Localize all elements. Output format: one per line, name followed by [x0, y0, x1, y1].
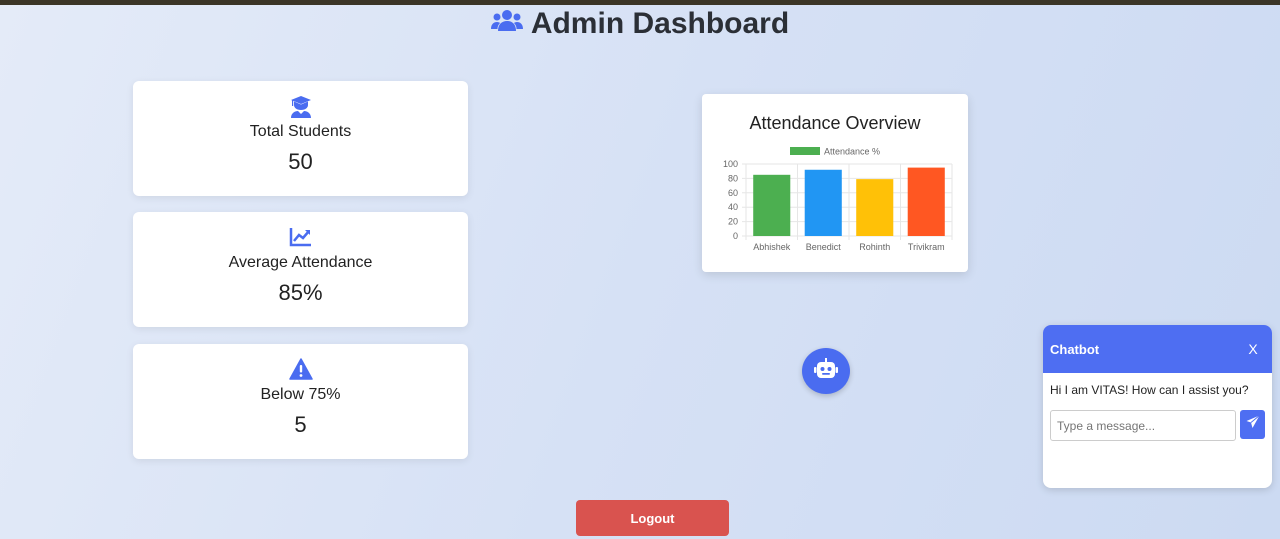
stat-label: Below 75% [260, 386, 341, 403]
page-title: Admin Dashboard [530, 7, 790, 40]
stat-label: Average Attendance [228, 254, 373, 271]
x-tick-label: Rohinth [859, 242, 890, 252]
legend-label: Attendance % [824, 147, 880, 157]
chatbot-title: Chatbot [1050, 341, 1100, 357]
chatbot-header: Chatbot X [1043, 325, 1272, 373]
chatbot-greeting: Hi I am VITAS! How can I assist you? [1050, 383, 1249, 397]
users-icon [490, 6, 523, 42]
y-tick-label: 20 [728, 217, 738, 227]
send-icon [1246, 415, 1260, 434]
stat-card-average-attendance: Average Attendance 85% [133, 212, 468, 327]
warning-icon [133, 358, 468, 382]
attendance-chart-card: Attendance Overview Attendance % 0 20 40 60 8… [702, 94, 968, 272]
chatbot-panel: Chatbot X Hi I am VITAS! How can I assis… [1043, 325, 1272, 488]
y-tick-label: 0 [733, 231, 738, 241]
y-tick-label: 60 [728, 188, 738, 198]
robot-icon [814, 357, 838, 385]
y-tick-label: 40 [728, 202, 738, 212]
logout-button[interactable]: Logout [576, 500, 729, 536]
stat-value: 5 [294, 412, 307, 437]
chatbot-input-row [1043, 397, 1272, 441]
chatbot-toggle-button[interactable] [802, 348, 850, 394]
y-tick-label: 100 [723, 159, 738, 169]
graduate-icon [133, 95, 468, 119]
y-tick-label: 80 [728, 173, 738, 183]
x-tick-label: Benedict [806, 242, 842, 252]
bar-rohinth [856, 179, 894, 236]
x-tick-label: Abhishek [753, 242, 791, 252]
stat-card-total-students: Total Students 50 [133, 81, 468, 196]
stat-label: Total Students [249, 123, 352, 140]
chatbot-message-input[interactable] [1050, 410, 1236, 441]
page-title-wrap: Admin Dashboard [490, 6, 790, 42]
chart-title: Attendance Overview [749, 113, 921, 133]
x-tick-label: Trivikram [908, 242, 945, 252]
top-bar [0, 0, 1280, 5]
legend-swatch [790, 147, 820, 155]
chatbot-close-button[interactable]: X [1241, 341, 1265, 357]
trend-chart-icon [133, 226, 468, 250]
bar-benedict [804, 169, 842, 236]
page-header: Admin Dashboard [0, 6, 1280, 42]
stat-card-below-75: Below 75% 5 [133, 344, 468, 459]
attendance-bar-chart: Attendance % 0 20 40 60 80 100 Abhishek Benedict… [723, 147, 953, 252]
stat-value: 50 [288, 149, 313, 174]
bar-trivikram [907, 167, 945, 236]
chatbot-send-button[interactable] [1240, 410, 1265, 439]
stat-value: 85% [278, 280, 323, 305]
bar-abhishek [753, 174, 791, 236]
